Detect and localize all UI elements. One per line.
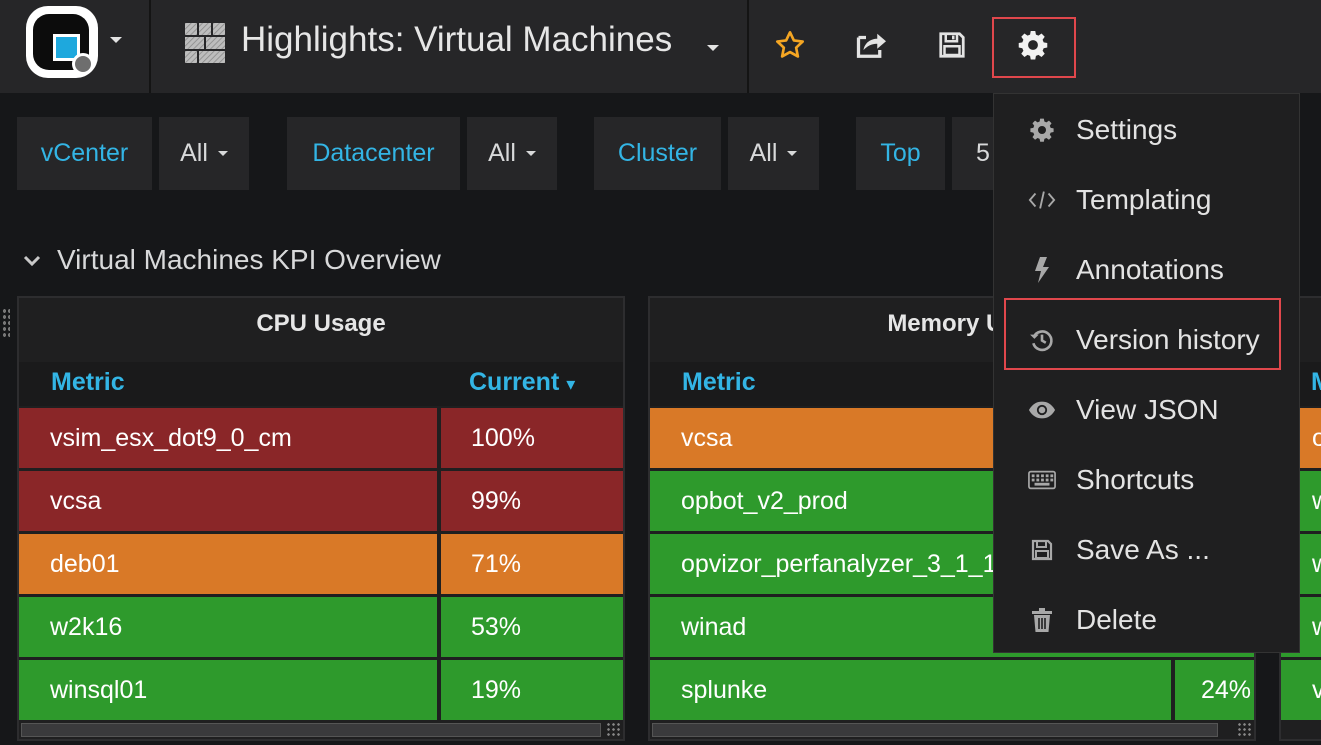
variable-label-vcenter: vCenter [17,117,152,190]
table-cell-current: 71% [441,534,623,594]
menu-item-label: Save As ... [1076,534,1210,565]
menu-item-label: Templating [1076,184,1212,215]
horizontal-scrollbar[interactable] [21,723,601,737]
eye-icon [1028,396,1056,424]
menu-item-delete[interactable]: Delete [994,585,1299,655]
dashboard-title[interactable]: Highlights: Virtual Machines [241,20,672,60]
menu-item-view-json[interactable]: View JSON [994,375,1299,445]
menu-item-settings[interactable]: Settings [994,95,1299,165]
column-header-metric[interactable]: M [1311,368,1321,397]
version-history-highlight [1004,298,1281,370]
gear-icon [1028,116,1056,144]
row-title[interactable]: Virtual Machines KPI Overview [57,244,441,276]
menu-item-label: View JSON [1076,394,1219,425]
table-cell-current: 53% [441,597,623,657]
table-cell-current: 99% [441,471,623,531]
menu-item-label: Annotations [1076,254,1224,285]
variable-label-datacenter: Datacenter [287,117,460,190]
table-cell-metric: winsql01 [19,660,437,720]
variable-select-vcenter[interactable]: All [159,117,249,190]
menu-item-shortcuts[interactable]: Shortcuts [994,445,1299,515]
column-header-metric[interactable]: Metric [51,368,125,397]
share-icon [856,33,886,58]
trash-icon [1028,606,1056,634]
table-cell-metric: deb01 [19,534,437,594]
variable-label-top: Top [856,117,945,190]
menu-item-label: Settings [1076,114,1178,145]
bolt-icon [1028,256,1056,284]
menu-item-templating[interactable]: Templating [994,165,1299,235]
drag-handle-icon[interactable] [2,308,10,338]
table-header: Metric Current ▾ [19,362,623,406]
variable-select-top[interactable]: 5 [952,117,994,190]
table-cell-current: 100% [441,408,623,468]
menu-item-label: Delete [1076,604,1157,635]
save-icon [939,32,965,58]
save-icon [1028,536,1056,564]
column-header-current[interactable]: Current ▾ [469,368,575,397]
menu-item-annotations[interactable]: Annotations [994,235,1299,305]
chevron-down-icon [787,151,798,156]
dashboard-grid-icon [185,23,225,63]
variable-select-cluster[interactable]: All [728,117,819,190]
settings-dropdown-menu: Settings Templating Annotations Version … [993,93,1300,653]
table-cell-metric: splunke [650,660,1171,720]
column-header-metric[interactable]: Metric [682,368,756,397]
table-cell-metric: w2k16 [19,597,437,657]
star-icon [776,31,804,58]
resize-handle-icon[interactable] [1237,722,1251,736]
panel-title[interactable]: CPU Usage [19,310,623,338]
horizontal-scrollbar[interactable] [652,723,1218,737]
star-button[interactable] [760,15,820,75]
chevron-down-icon [217,151,228,156]
table-cell-metric: vcsa [19,471,437,531]
dashboard-title-chevron-icon[interactable] [707,45,719,51]
settings-button-highlight [992,17,1076,78]
row-collapse-chevron-icon[interactable] [22,254,42,268]
grafana-logo-icon[interactable] [26,6,98,78]
sort-desc-icon: ▾ [566,374,576,394]
code-icon [1028,186,1056,214]
table-cell-metric: v [1281,660,1321,720]
table-cell-current: 24% [1175,660,1254,720]
variable-select-datacenter[interactable]: All [467,117,557,190]
panel-cpu-usage: CPU Usage Metric Current ▾ vsim_esx_dot9… [17,296,625,741]
menu-item-save-as[interactable]: Save As ... [994,515,1299,585]
resize-handle-icon[interactable] [606,722,620,736]
table-cell-current: 19% [441,660,623,720]
variable-label-cluster: Cluster [594,117,721,190]
chevron-down-icon[interactable] [110,37,122,43]
share-button[interactable] [841,15,901,75]
save-button[interactable] [922,15,982,75]
top-navbar: Highlights: Virtual Machines [0,0,1321,93]
menu-item-label: Shortcuts [1076,464,1195,495]
table-cell-metric: vsim_esx_dot9_0_cm [19,408,437,468]
keyboard-icon [1028,466,1056,494]
chevron-down-icon [525,151,536,156]
